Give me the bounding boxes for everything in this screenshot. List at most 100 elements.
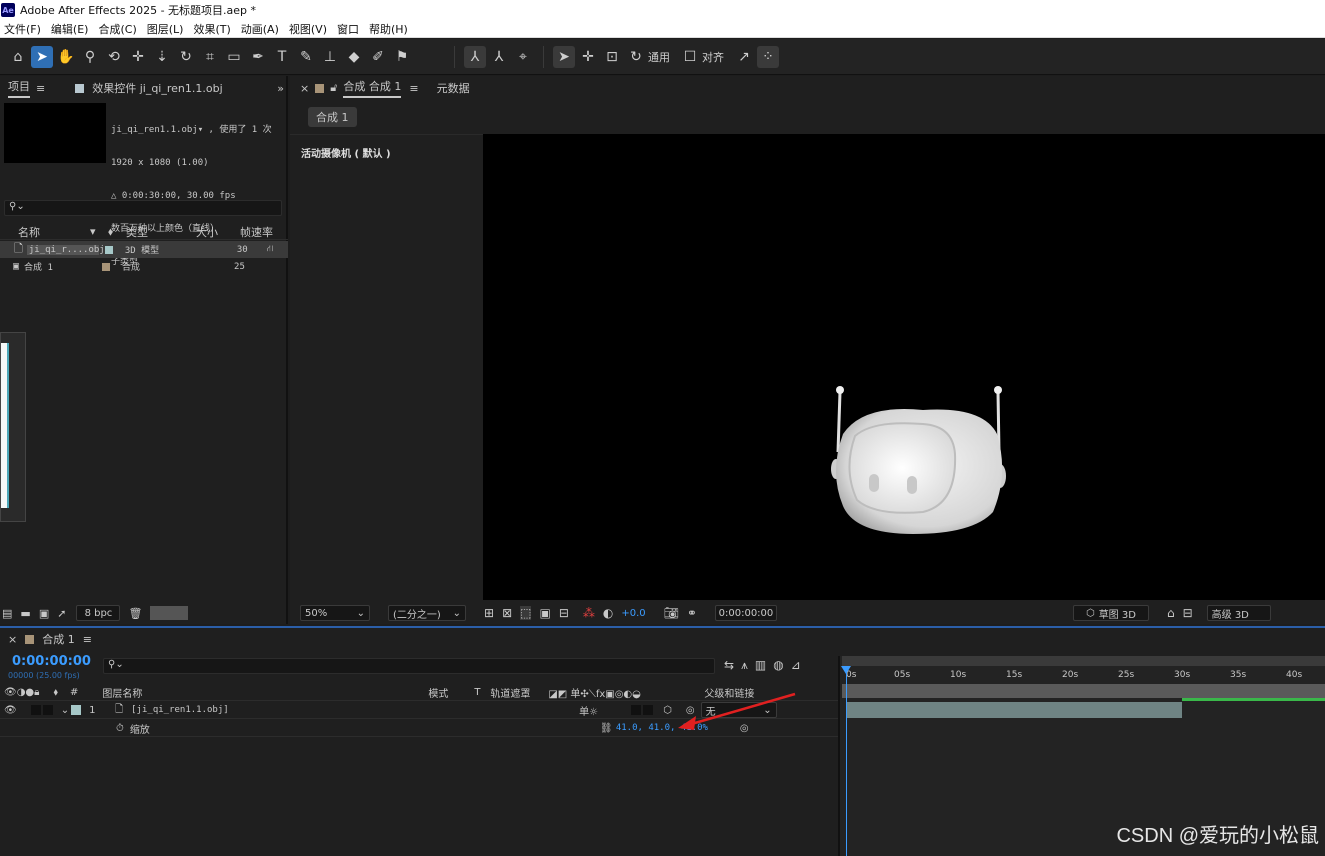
eye-icon[interactable]: 👁︎ — [4, 705, 17, 716]
home-icon[interactable]: ⌂ — [7, 46, 29, 68]
project-search-input[interactable]: ⚲⌄ — [4, 200, 282, 216]
extended-viewer-icon[interactable]: ⊟ — [1183, 606, 1193, 620]
anchor-point-tool-icon[interactable]: ⌗ — [199, 46, 221, 68]
puppet-pin-tool-icon[interactable]: ⚑ — [391, 46, 413, 68]
interpret-footage-icon[interactable]: ▤ — [2, 607, 12, 620]
roto-brush-tool-icon[interactable]: ✐ — [367, 46, 389, 68]
time-ruler[interactable]: 0s 05s 10s 15s 20s 25s 30s 35s 40s — [840, 666, 1325, 684]
zoom-tool-icon[interactable]: ⚲ — [79, 46, 101, 68]
lock-icon[interactable]: 🔓︎ — [330, 81, 337, 95]
trash-icon[interactable]: 🗑 — [128, 607, 142, 620]
new-folder-icon[interactable]: ▬ — [20, 607, 30, 620]
fast-preview-icon[interactable]: ⊞ — [484, 606, 494, 620]
switch-box[interactable] — [643, 705, 654, 715]
menu-help[interactable]: 帮助(H) — [365, 21, 414, 37]
current-time-field[interactable]: 0:00:00:00 — [714, 605, 777, 621]
resolution-dropdown[interactable]: (二分之一) ⌄ — [388, 605, 466, 621]
project-item-row[interactable]: 🗋 ji_qi_r....obj 3D 模型 30 ⛙ — [0, 241, 288, 258]
guides-icon[interactable]: ⊟ — [559, 606, 569, 620]
timeline-splitter[interactable] — [838, 656, 840, 856]
layer-duration-bar[interactable] — [846, 702, 1182, 718]
panel-overflow-icon[interactable]: » — [277, 82, 284, 95]
renderer-dropdown[interactable]: 高级 3D — [1206, 605, 1271, 621]
menu-icon[interactable]: ≡ — [36, 82, 45, 95]
close-tab-icon[interactable]: × — [8, 633, 17, 646]
type-tool-icon[interactable]: T — [271, 46, 293, 68]
menu-composition[interactable]: 合成(C) — [94, 21, 142, 37]
axis-view-icon[interactable]: ⌖ — [512, 46, 534, 68]
snap-options-icon[interactable]: ⁘ — [757, 45, 779, 68]
label-swatch[interactable] — [71, 705, 82, 715]
timeline-search-input[interactable]: ⚲⌄ — [103, 658, 715, 674]
show-snapshot-icon[interactable]: ⚭ — [687, 606, 697, 620]
hand-tool-icon[interactable]: ✋ — [55, 46, 77, 68]
orbit-camera-icon[interactable]: ⟲ — [103, 46, 125, 68]
constrain-link-icon[interactable]: ⛓︎ — [600, 723, 616, 734]
ground-plane-icon[interactable]: ⌂ — [1167, 606, 1175, 620]
3d-scale-icon[interactable]: ⊡ — [601, 46, 623, 68]
draft-3d-button[interactable]: ⬡ 草图 3D — [1072, 605, 1149, 621]
stopwatch-icon[interactable]: ⏱︎ — [116, 723, 124, 734]
new-comp-icon[interactable]: ▣ — [39, 607, 49, 620]
menu-animation[interactable]: 动画(A) — [237, 21, 285, 37]
brush-tool-icon[interactable]: ✎ — [295, 46, 317, 68]
shy-layers-icon[interactable]: ⩚ — [741, 658, 748, 673]
transparency-grid-icon[interactable]: ⊠ — [502, 606, 512, 620]
channel-icon[interactable]: ⁂ — [583, 606, 595, 620]
menu-effect[interactable]: 效果(T) — [189, 21, 236, 37]
exposure-value[interactable]: +0.0 — [621, 608, 645, 619]
dolly-camera-icon[interactable]: ⇣ — [151, 46, 173, 68]
playhead-handle-icon[interactable] — [841, 666, 851, 674]
motion-blur-icon[interactable]: ◍ — [773, 658, 783, 673]
col-name[interactable]: 名称 — [18, 224, 90, 240]
menu-icon[interactable]: ≡ — [83, 633, 92, 646]
pan-camera-icon[interactable]: ✛ — [127, 46, 149, 68]
3d-rotate-icon[interactable]: ↻ — [625, 46, 647, 68]
axis-world-icon[interactable]: ⅄ — [488, 46, 510, 68]
playhead[interactable] — [846, 666, 847, 856]
snap-label[interactable]: 对齐 — [702, 49, 724, 65]
shy-switch-icon[interactable]: 单☼ — [579, 703, 625, 718]
axis-local-icon[interactable]: ⅄ — [464, 45, 486, 68]
switch-box[interactable] — [631, 705, 642, 715]
menu-layer[interactable]: 图层(L) — [143, 21, 190, 37]
menu-file[interactable]: 文件(F) — [0, 21, 47, 37]
rotate-tool-icon[interactable]: ↻ — [175, 46, 197, 68]
selection-tool-icon[interactable]: ➤ — [31, 45, 53, 68]
layer-name[interactable]: [ji_qi_ren1.1.obj] — [131, 705, 579, 715]
color-management-icon[interactable]: ◐ — [603, 606, 613, 620]
region-of-interest-icon[interactable]: ▣ — [539, 606, 550, 620]
clone-stamp-tool-icon[interactable]: ⊥ — [319, 46, 341, 68]
col-mode[interactable]: 模式 — [428, 685, 474, 700]
pen-tool-icon[interactable]: ✒ — [247, 46, 269, 68]
audio-box[interactable] — [30, 705, 41, 715]
menu-window[interactable]: 窗口 — [333, 21, 365, 37]
menu-icon[interactable]: ≡ — [409, 82, 418, 95]
menu-edit[interactable]: 编辑(E) — [47, 21, 95, 37]
snapshot-icon[interactable]: 📷︎ — [664, 606, 679, 620]
bpc-button[interactable]: 8 bpc — [76, 605, 121, 621]
3d-move-icon[interactable]: ✛ — [577, 46, 599, 68]
tab-composition[interactable]: 合成 合成 1 — [343, 78, 402, 98]
tab-project[interactable]: 项目 — [8, 78, 30, 98]
mask-visibility-icon[interactable]: ⬚ — [520, 606, 532, 620]
col-fps[interactable]: 帧速率 — [240, 224, 273, 240]
expand-icon[interactable]: ↗ — [733, 46, 755, 68]
eraser-tool-icon[interactable]: ◆ — [343, 46, 365, 68]
render-queue-icon[interactable]: ➚ — [57, 607, 66, 620]
col-track-matte[interactable]: 轨道遮罩 — [490, 685, 548, 700]
rectangle-tool-icon[interactable]: ▭ — [223, 46, 245, 68]
lock-box[interactable] — [42, 705, 53, 715]
3d-select-icon[interactable]: ➤ — [553, 45, 575, 68]
col-type[interactable]: 类型 — [126, 224, 196, 240]
color-swatch[interactable] — [150, 606, 189, 620]
timeline-current-time[interactable]: 0:00:00:00 — [12, 654, 91, 669]
menu-view[interactable]: 视图(V) — [285, 21, 333, 37]
graph-editor-icon[interactable]: ⊿ — [791, 658, 801, 673]
col-size[interactable]: 大小 — [196, 224, 240, 240]
col-layer-name[interactable]: 图层名称 — [102, 685, 428, 700]
frame-blending-icon[interactable]: ▥ — [755, 658, 766, 673]
comp-breadcrumb-chip[interactable]: 合成 1 — [308, 107, 357, 127]
universal-label[interactable]: 通用 — [648, 49, 670, 65]
sort-arrow-icon[interactable]: ▾ — [90, 225, 104, 238]
